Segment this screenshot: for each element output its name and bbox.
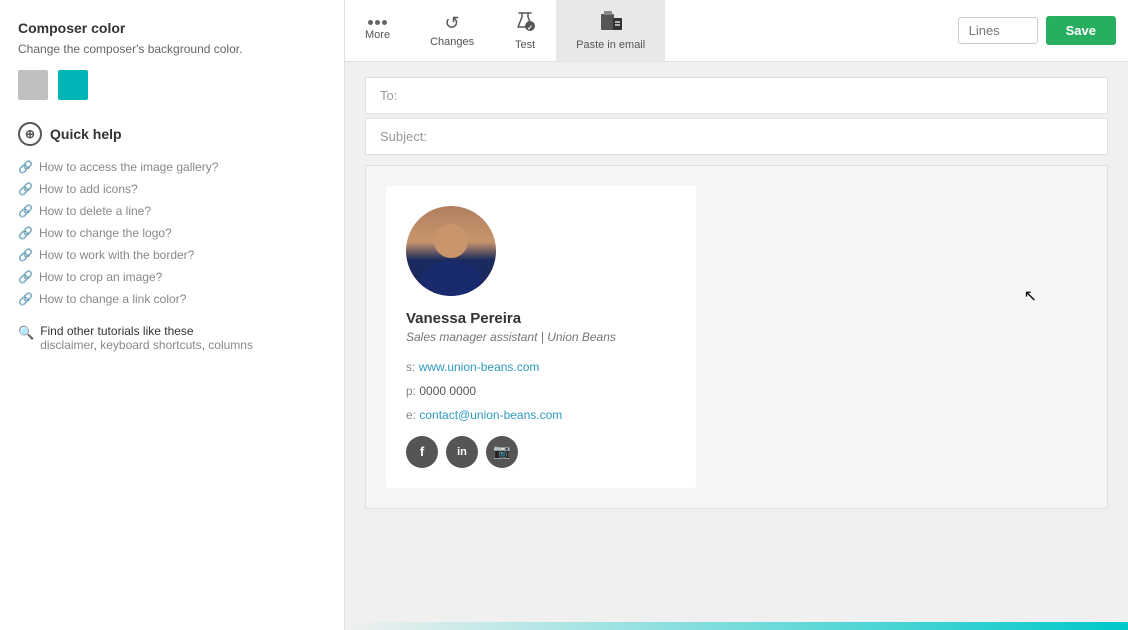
- signature-card: Vanessa Pereira Sales manager assistant …: [386, 186, 696, 488]
- sig-title: Sales manager assistant | Union Beans: [406, 330, 671, 344]
- find-tutorials-text: Find other tutorials like these: [40, 324, 193, 338]
- search-icon: 🔍: [18, 325, 34, 341]
- link-icon: 🔗: [18, 160, 33, 174]
- swatch-gray[interactable]: [18, 70, 48, 100]
- paste-icon: [599, 10, 623, 37]
- help-link-logo[interactable]: How to change the logo?: [39, 226, 172, 240]
- save-button[interactable]: Save: [1046, 16, 1116, 45]
- sig-name: Vanessa Pereira: [406, 310, 671, 327]
- help-link-icons[interactable]: How to add icons?: [39, 182, 138, 196]
- changes-icon: ↺: [445, 13, 460, 34]
- avatar-image: [406, 206, 496, 296]
- tutorial-link-disclaimer[interactable]: disclaimer: [40, 338, 93, 352]
- tutorial-link-columns[interactable]: columns: [208, 338, 253, 352]
- lines-input[interactable]: [958, 17, 1038, 44]
- changes-button[interactable]: ↺ Changes: [410, 0, 494, 61]
- email-link[interactable]: contact@union-beans.com: [419, 408, 562, 422]
- list-item: 🔗 How to access the image gallery?: [18, 160, 326, 174]
- website-label: s:: [406, 360, 415, 374]
- toolbar-right: Save: [946, 0, 1128, 61]
- list-item: 🔗 How to crop an image?: [18, 270, 326, 284]
- email-label: e:: [406, 408, 416, 422]
- tutorial-link-shortcuts[interactable]: keyboard shortcuts: [100, 338, 201, 352]
- help-link-border[interactable]: How to work with the border?: [39, 248, 194, 262]
- linkedin-button[interactable]: in: [446, 436, 478, 468]
- cursor-indicator: ↖: [1024, 286, 1037, 306]
- more-button[interactable]: More: [345, 0, 410, 61]
- link-icon: 🔗: [18, 270, 33, 284]
- help-link-gallery[interactable]: How to access the image gallery?: [39, 160, 218, 174]
- paste-in-email-label: Paste in email: [576, 39, 645, 51]
- sig-email: e: contact@union-beans.com: [406, 406, 671, 425]
- bottom-bar: [345, 622, 1128, 630]
- paste-in-email-button[interactable]: Paste in email: [556, 0, 665, 61]
- test-label: Test: [515, 39, 535, 51]
- find-tutorials-content: Find other tutorials like these disclaim…: [40, 324, 253, 352]
- toolbar: More ↺ Changes ✓ Test: [345, 0, 1128, 62]
- svg-text:✓: ✓: [527, 25, 533, 32]
- help-link-crop[interactable]: How to crop an image?: [39, 270, 162, 284]
- composer-color-title: Composer color: [18, 20, 326, 36]
- link-icon: 🔗: [18, 248, 33, 262]
- to-label: To:: [380, 88, 397, 103]
- phone-value: 0000 0000: [419, 384, 476, 398]
- link-icon: 🔗: [18, 204, 33, 218]
- help-link-delete-line[interactable]: How to delete a line?: [39, 204, 151, 218]
- signature-preview-wrapper: Vanessa Pereira Sales manager assistant …: [365, 165, 1108, 509]
- facebook-button[interactable]: f: [406, 436, 438, 468]
- list-item: 🔗 How to add icons?: [18, 182, 326, 196]
- list-item: 🔗 How to change the logo?: [18, 226, 326, 240]
- list-item: 🔗 How to change a link color?: [18, 292, 326, 306]
- toolbar-left: More ↺ Changes ✓ Test: [345, 0, 946, 61]
- phone-label: p:: [406, 384, 416, 398]
- subject-label: Subject:: [380, 129, 427, 144]
- quick-help-title: Quick help: [50, 126, 122, 142]
- main-area: More ↺ Changes ✓ Test: [345, 0, 1128, 630]
- to-field[interactable]: To:: [365, 77, 1108, 114]
- changes-label: Changes: [430, 36, 474, 48]
- avatar: [406, 206, 496, 296]
- find-tutorials: 🔍 Find other tutorials like these discla…: [18, 324, 326, 352]
- test-button[interactable]: ✓ Test: [494, 0, 556, 61]
- link-icon: 🔗: [18, 292, 33, 306]
- link-icon: 🔗: [18, 182, 33, 196]
- sig-phone: p: 0000 0000: [406, 382, 671, 401]
- sig-website: s: www.union-beans.com: [406, 358, 671, 377]
- composer-color-section: Composer color Change the composer's bac…: [18, 20, 326, 100]
- website-link[interactable]: www.union-beans.com: [419, 360, 540, 374]
- email-fields: To: Subject:: [365, 77, 1108, 155]
- list-item: 🔗 How to delete a line?: [18, 204, 326, 218]
- list-item: 🔗 How to work with the border?: [18, 248, 326, 262]
- swatch-teal[interactable]: [58, 70, 88, 100]
- help-links: 🔗 How to access the image gallery? 🔗 How…: [18, 160, 326, 306]
- sidebar: Composer color Change the composer's bac…: [0, 0, 345, 630]
- find-tutorials-links: disclaimer, keyboard shortcuts, columns: [40, 338, 253, 352]
- more-label: More: [365, 29, 390, 41]
- test-icon: ✓: [514, 10, 536, 37]
- link-icon: 🔗: [18, 226, 33, 240]
- instagram-button[interactable]: 📷: [486, 436, 518, 468]
- quick-help-icon: ⊕: [18, 122, 42, 146]
- color-swatches: [18, 70, 326, 100]
- sig-social: f in 📷: [406, 436, 671, 468]
- quick-help-section: ⊕ Quick help 🔗 How to access the image g…: [18, 122, 326, 352]
- more-icon: [368, 20, 387, 27]
- composer-color-desc: Change the composer's background color.: [18, 42, 326, 56]
- compose-area: To: Subject: Vanessa Pereira Sales manag…: [345, 62, 1128, 622]
- subject-field[interactable]: Subject:: [365, 118, 1108, 155]
- quick-help-header: ⊕ Quick help: [18, 122, 326, 146]
- help-link-link-color[interactable]: How to change a link color?: [39, 292, 186, 306]
- preview-container: Vanessa Pereira Sales manager assistant …: [386, 186, 1087, 488]
